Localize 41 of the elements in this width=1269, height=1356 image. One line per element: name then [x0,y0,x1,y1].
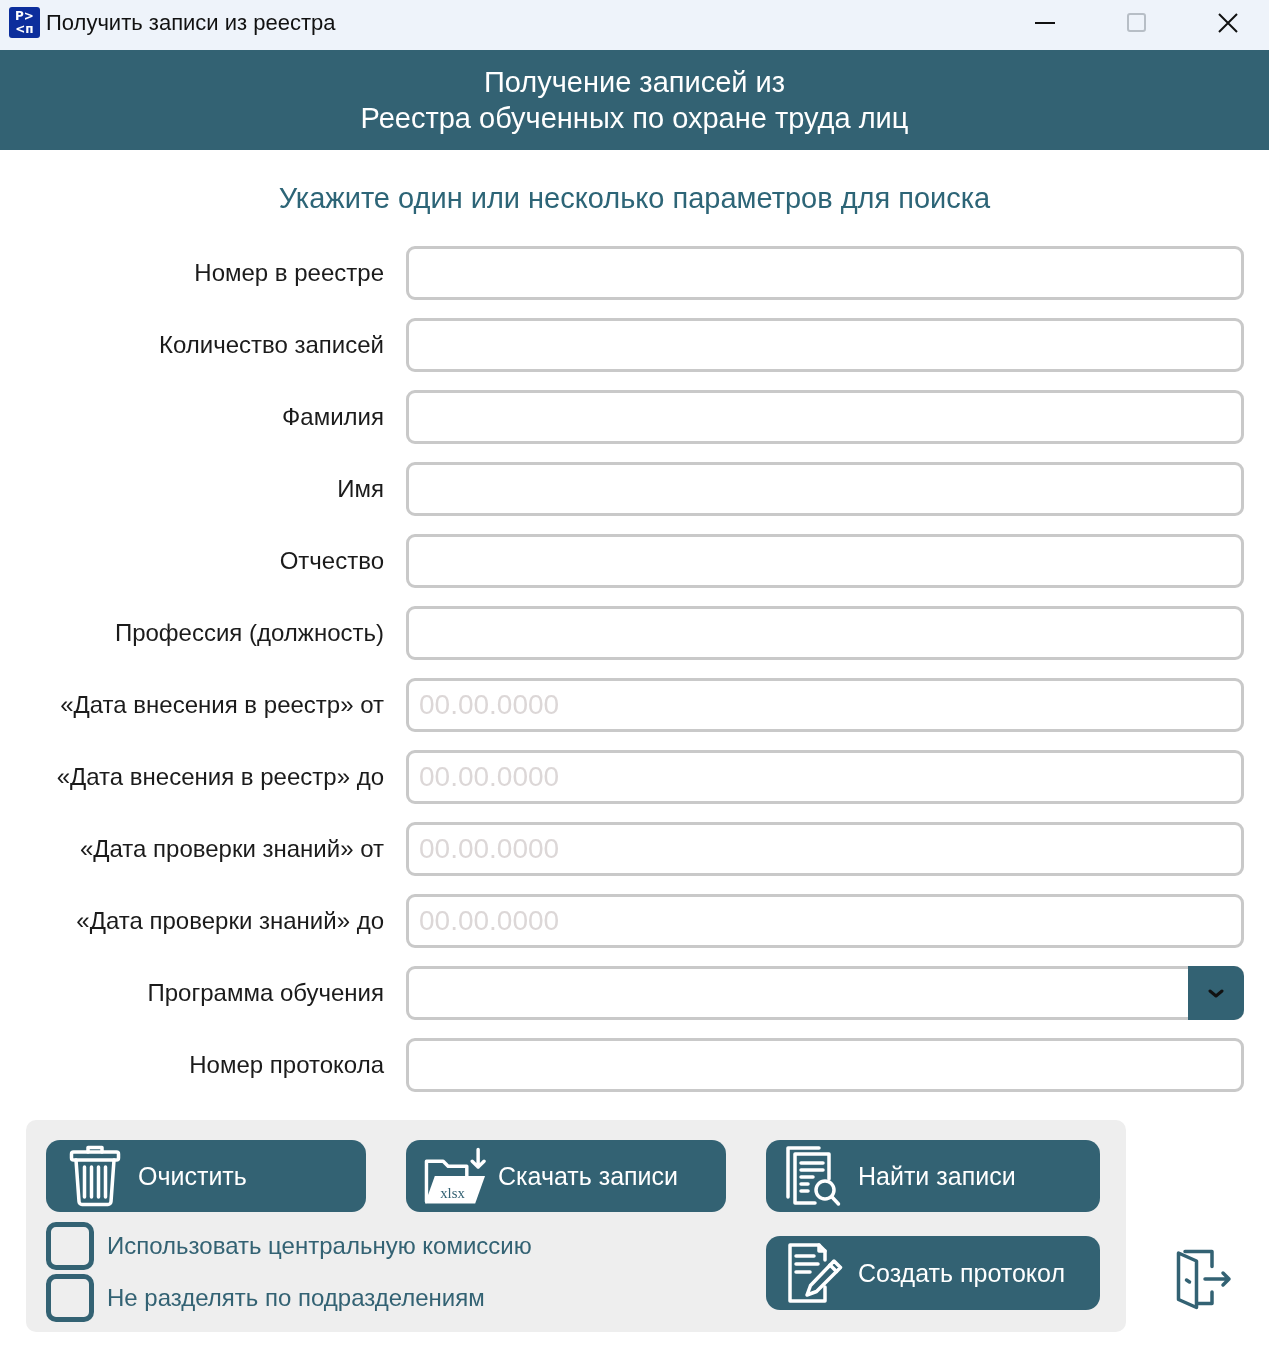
text-field[interactable] [406,1038,1244,1092]
logo-text: Р> <п [15,9,34,36]
create-protocol-button[interactable]: Создать протокол [766,1236,1100,1310]
field-label: «Дата проверки знаний» от [79,835,384,863]
find-records-button[interactable]: Найти записи [766,1140,1100,1212]
field-label: «Дата проверки знаний» до [76,907,384,935]
document-edit-icon [787,1242,843,1304]
clear-button[interactable]: Очистить [46,1140,366,1212]
option-label[interactable]: Не разделять по подразделениям [107,1284,485,1312]
field-label: Программа обучения [147,979,384,1007]
text-field[interactable] [406,390,1244,444]
field-label: Фамилия [282,403,384,431]
field-label: Номер протокола [189,1051,384,1079]
text-field[interactable] [406,246,1244,300]
option-label[interactable]: Использовать центральную комиссию [107,1232,532,1260]
field-label: «Дата внесения в реестр» от [60,691,384,719]
exit-door-icon[interactable] [1176,1249,1232,1310]
checkbox[interactable] [46,1274,94,1322]
window-title: Получить записи из реестра [46,9,336,36]
instruction-text: Укажите один или несколько параметров для поиска [277,181,992,216]
text-field[interactable] [406,318,1244,372]
header-title: Получение записей из Реестра обученных по охране труда лиц [360,65,909,136]
field-label: Номер в реестре [194,259,384,287]
dropdown-field[interactable] [406,966,1244,1020]
download-arrow-icon [470,1147,486,1169]
field-label: Отчество [279,547,384,575]
file-type-label: xlsx [440,1184,465,1201]
text-field[interactable] [406,606,1244,660]
dropdown-button[interactable] [1188,966,1244,1020]
trash-icon [69,1145,121,1207]
text-field[interactable] [406,534,1244,588]
field-label: «Дата внесения в реестр» до [56,763,384,791]
minimize-icon[interactable] [1035,21,1055,24]
field-label: Имя [337,475,384,503]
chevron-down-icon [1208,988,1224,998]
close-icon[interactable] [1218,12,1238,33]
download-button[interactable]: xlsx Скачать записи [406,1140,726,1212]
text-field[interactable] [406,462,1244,516]
checkbox[interactable] [46,1222,94,1270]
field-label: Количество записей [158,331,384,359]
field-label: Профессия (должность) [114,619,384,647]
